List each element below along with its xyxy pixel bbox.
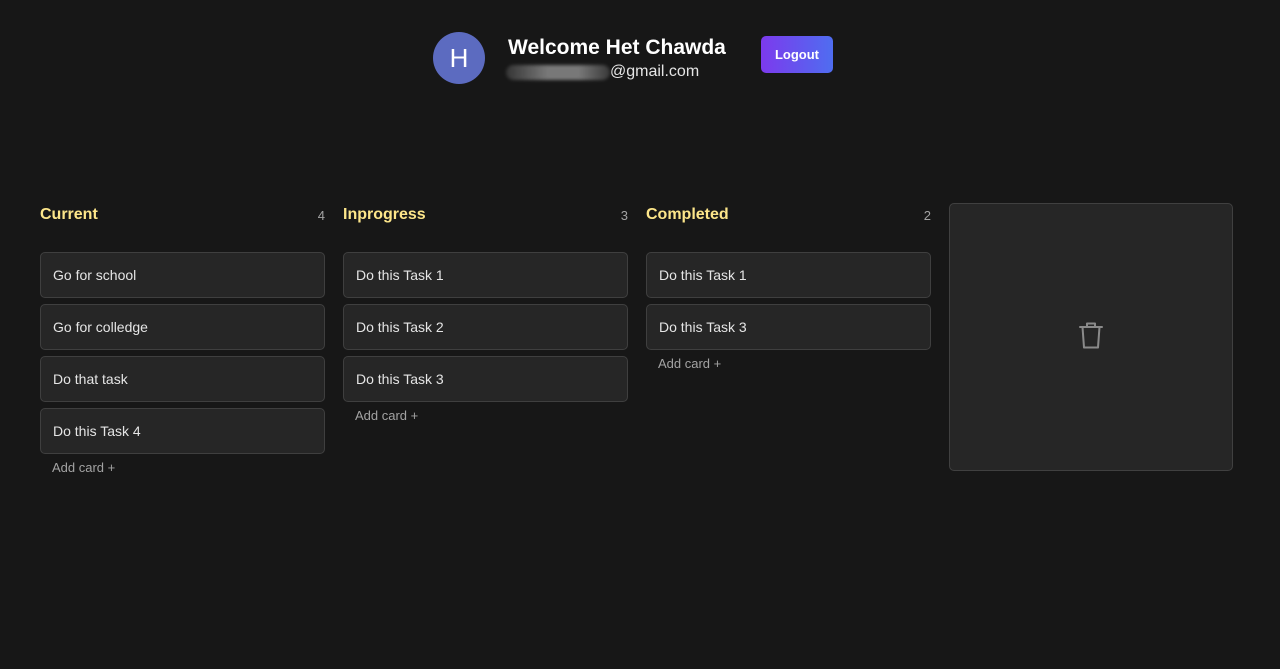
card-list: Go for school Go for colledge Do that ta… <box>40 252 325 475</box>
column-count: 2 <box>923 208 931 223</box>
column-header: Current 4 <box>40 203 325 231</box>
avatar-letter: H <box>449 42 469 73</box>
task-card[interactable]: Do this Task 3 <box>646 304 931 350</box>
column-count: 4 <box>317 208 325 223</box>
column-count: 3 <box>620 208 628 223</box>
task-card[interactable]: Do this Task 2 <box>343 304 628 350</box>
task-card[interactable]: Do this Task 3 <box>343 356 628 402</box>
column-current: Current 4 Go for school Go for colledge … <box>40 203 325 475</box>
logout-button[interactable]: Logout <box>761 36 833 73</box>
email-redacted-part <box>506 64 610 80</box>
column-title: Completed <box>646 206 729 223</box>
column-completed: Completed 2 Do this Task 1 Do this Task … <box>646 203 931 371</box>
task-card[interactable]: Go for colledge <box>40 304 325 350</box>
task-card[interactable]: Do this Task 1 <box>646 252 931 298</box>
card-list: Do this Task 1 Do this Task 3 Add card + <box>646 252 931 371</box>
card-list: Do this Task 1 Do this Task 2 Do this Ta… <box>343 252 628 423</box>
column-title: Current <box>40 206 98 223</box>
trash-icon <box>1078 320 1104 355</box>
column-header: Completed 2 <box>646 203 931 231</box>
column-header: Inprogress 3 <box>343 203 628 231</box>
welcome-title: Welcome Het Chawda <box>508 36 726 59</box>
trash-drop-zone[interactable] <box>949 203 1233 471</box>
column-title: Inprogress <box>343 206 426 223</box>
add-card-button[interactable]: Add card + <box>343 408 628 423</box>
task-card[interactable]: Do this Task 4 <box>40 408 325 454</box>
column-inprogress: Inprogress 3 Do this Task 1 Do this Task… <box>343 203 628 423</box>
email-domain: @gmail.com <box>610 63 700 80</box>
add-card-button[interactable]: Add card + <box>40 460 325 475</box>
user-email: @gmail.com <box>506 62 699 82</box>
user-header: H Welcome Het Chawda @gmail.com Logout <box>0 0 1280 110</box>
add-card-button[interactable]: Add card + <box>646 356 931 371</box>
avatar: H <box>433 32 485 84</box>
task-card[interactable]: Do that task <box>40 356 325 402</box>
task-card[interactable]: Do this Task 1 <box>343 252 628 298</box>
task-card[interactable]: Go for school <box>40 252 325 298</box>
